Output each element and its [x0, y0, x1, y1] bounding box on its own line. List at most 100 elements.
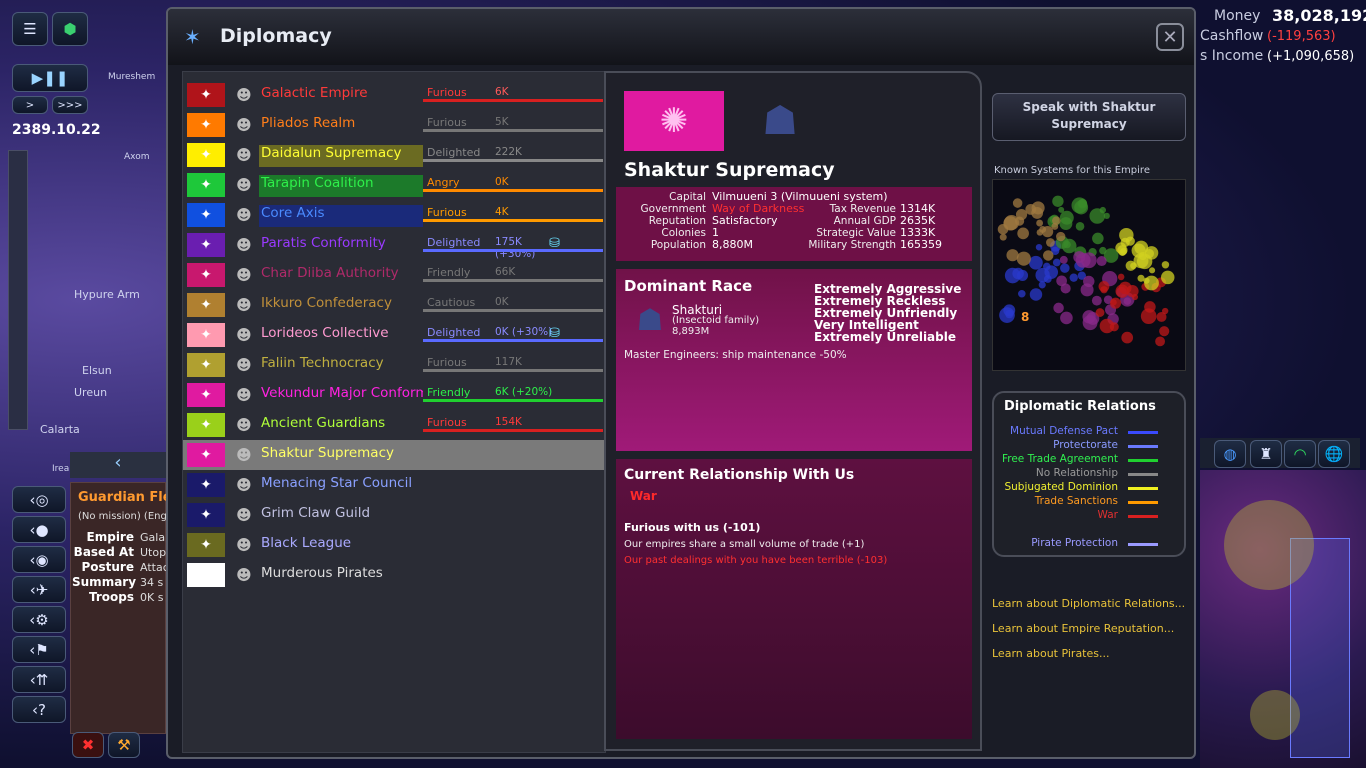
cashflow-value: (-119,563) — [1267, 29, 1336, 44]
side-action-button[interactable]: ‹? — [12, 696, 66, 723]
cashflow-label: Cashflow — [1200, 28, 1264, 44]
help-link[interactable]: Learn about Diplomatic Relations... — [992, 597, 1185, 610]
empire-row[interactable]: ✦ ☻ Lorideos Collective Delighted 0K (+30%) ⛁ — [183, 320, 607, 350]
fleet-panel-collapse[interactable]: ‹ — [70, 452, 166, 478]
tool-button[interactable]: ⚒ — [108, 732, 140, 758]
system-dot — [1052, 258, 1061, 267]
side-action-button[interactable]: ‹◉ — [12, 546, 66, 573]
system-dot — [1137, 274, 1145, 282]
empire-row[interactable]: ✦ ☻ Menacing Star Council — [183, 470, 607, 500]
empire-row[interactable]: ✦ ☻ Pliados Realm Furious 5K — [183, 110, 607, 140]
side-action-button[interactable]: ‹⚙ — [12, 606, 66, 633]
known-systems-label: Known Systems for this Empire — [994, 165, 1150, 176]
menu-button[interactable]: ☰ — [12, 12, 48, 46]
left-toolbar-strip — [8, 150, 28, 430]
system-dot — [997, 223, 1009, 235]
galaxy-view-button[interactable]: ◍ — [1214, 440, 1246, 468]
help-button[interactable]: ⬢ — [52, 12, 88, 46]
empire-row[interactable]: ✦ ☻ Grim Claw Guild — [183, 500, 607, 530]
relation-bar — [423, 249, 603, 252]
system-dot — [1059, 255, 1068, 264]
relation-bar — [423, 189, 603, 192]
known-systems-map[interactable]: 8 — [992, 179, 1186, 371]
speed-slow-button[interactable]: > — [12, 96, 48, 114]
globe-button[interactable]: 🌐 — [1318, 440, 1350, 468]
system-dot — [1042, 250, 1054, 261]
fleet-stat-value: Gala — [140, 531, 166, 544]
system-dot — [1103, 212, 1110, 219]
empire-row[interactable]: ✦ ☻ Shaktur Supremacy — [183, 440, 607, 470]
race-heading: Dominant Race — [624, 277, 753, 295]
side-action-button[interactable]: ‹● — [12, 516, 66, 543]
galaxy-minimap[interactable] — [1200, 470, 1366, 768]
relations-heading: Diplomatic Relations — [1004, 399, 1156, 414]
race-family: (Insectoid family) — [672, 315, 760, 326]
speak-button[interactable]: Speak with Shaktur Supremacy — [992, 93, 1186, 141]
side-action-button[interactable]: ‹⚑ — [12, 636, 66, 663]
empire-row[interactable]: ✦ ☻ Core Axis Furious 4K — [183, 200, 607, 230]
empire-flag-icon: ✦ — [187, 413, 225, 437]
fleet-stat-value: Attac — [140, 561, 166, 574]
relation-bar — [423, 399, 603, 402]
empire-name: Menacing Star Council — [261, 475, 413, 491]
leader-avatar-icon: ☻ — [236, 536, 252, 554]
system-dot — [1110, 299, 1117, 306]
leader-avatar-icon: ☻ — [236, 476, 252, 494]
legend-label: No Relationship — [1035, 467, 1118, 479]
side-action-button[interactable]: ‹◎ — [12, 486, 66, 513]
system-dot — [1100, 286, 1108, 294]
side-action-button[interactable]: ‹✈ — [12, 576, 66, 603]
empire-row[interactable]: ✦ ☻ Paratis Conformity Delighted 175K (+30%)… — [183, 230, 607, 260]
close-button[interactable]: ✕ — [1156, 23, 1184, 51]
system-dot — [1038, 281, 1046, 289]
system-dot — [1160, 270, 1175, 285]
system-dot — [1123, 297, 1132, 305]
empire-row[interactable]: ✦ ☻ Ikkuro Confederacy Cautious 0K — [183, 290, 607, 320]
race-portrait: ☗ — [636, 303, 664, 338]
fleet-stat-value: Utop — [140, 546, 166, 559]
research-button[interactable]: ♜ — [1250, 440, 1282, 468]
relation-bar — [423, 279, 603, 282]
empire-row[interactable]: ✦ ☻ Char Diiba Authority Friendly 66K — [183, 260, 607, 290]
fleet-title: Guardian Fle — [78, 490, 166, 505]
legend-label: Pirate Protection — [1031, 537, 1118, 549]
side-action-button[interactable]: ‹⇈ — [12, 666, 66, 693]
empire-relation-value: 154K — [495, 416, 522, 428]
relation-bar — [423, 369, 603, 372]
empire-row[interactable]: ✦ ☻ Tarapin Coalition Angry 0K — [183, 170, 607, 200]
empire-row[interactable]: ✦ ☻ Galactic Empire Furious 6K — [183, 80, 607, 110]
system-dot — [1117, 273, 1125, 281]
speed-fast-button[interactable]: >>> — [52, 96, 88, 114]
system-dot — [1161, 261, 1170, 269]
empire-row[interactable]: ✦ ☻ Ancient Guardians Furious 154K — [183, 410, 607, 440]
legend-label: Subjugated Dominion — [1004, 481, 1118, 493]
known-systems-svg — [997, 195, 1175, 347]
cancel-button[interactable]: ✖ — [72, 732, 104, 758]
empire-name: Ikkuro Confederacy — [261, 295, 392, 311]
empire-stats-panel: Capital Government Reputation Colonies P… — [616, 187, 972, 261]
population-label: Population — [650, 239, 706, 251]
legend-label: Mutual Defense Pact — [1010, 425, 1118, 437]
empire-name: Ancient Guardians — [261, 415, 386, 431]
race-population: 8,893M — [672, 326, 710, 337]
government-label: Government — [640, 203, 706, 215]
leader-avatar-icon: ☻ — [236, 356, 252, 374]
system-dot — [1156, 311, 1167, 322]
mood-summary: Furious with us (-101) — [624, 521, 761, 534]
empire-flag-icon: ✦ — [187, 83, 225, 107]
empire-flag-icon: ✦ — [187, 203, 225, 227]
help-link[interactable]: Learn about Empire Reputation... — [992, 622, 1174, 635]
system-dot — [1120, 237, 1130, 248]
empire-name: Core Axis — [259, 205, 423, 227]
radar-button[interactable]: ◠ — [1284, 440, 1316, 468]
help-link[interactable]: Learn about Pirates... — [992, 647, 1110, 660]
empire-row[interactable]: ✦ ☻ Daidalun Supremacy Delighted 222K — [183, 140, 607, 170]
leader-avatar-icon: ☻ — [236, 86, 252, 104]
capital-label: Capital — [669, 191, 706, 203]
empire-name: Paratis Conformity — [261, 235, 386, 251]
empire-row[interactable]: ✦ ☻ Faliin Technocracy Furious 117K — [183, 350, 607, 380]
play-pause-button[interactable]: ▶❚❚ — [12, 64, 88, 92]
empire-row[interactable]: ✦ ☻ Murderous Pirates — [183, 560, 607, 590]
empire-row[interactable]: ✦ ☻ Vekundur Major Conformi Friendly 6K (+20… — [183, 380, 607, 410]
empire-row[interactable]: ✦ ☻ Black League — [183, 530, 607, 560]
